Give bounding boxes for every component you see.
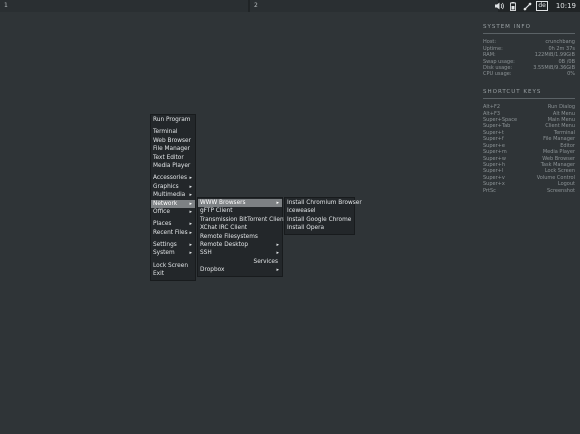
info-row: PrtSc Screenshot — [483, 188, 575, 194]
shortcut-keys-heading: SHORTCUT KEYS — [483, 88, 542, 95]
menu-item-label: Install Chromium Browser — [287, 200, 362, 206]
menu-item-label: Office — [153, 208, 170, 215]
submenu-arrow-icon: ▸ — [189, 200, 192, 207]
menu-item-settings[interactable]: Settings ▸ — [151, 241, 195, 249]
shortcut-keys-list: Alt+F2 Run Dialog Alt+F3 Alt Menu Super+Spac… — [483, 104, 575, 194]
menu-item-exit[interactable]: Exit — [151, 270, 195, 278]
menu-item-lock-screen[interactable]: Lock Screen — [151, 262, 195, 270]
menu-item-label: Lock Screen — [153, 262, 188, 269]
menu-item-label: File Manager — [153, 146, 190, 153]
submenu-arrow-icon: ▸ — [276, 250, 279, 257]
menu-item-graphics[interactable]: Graphics ▸ — [151, 183, 195, 191]
system-tray: de 10:19 — [491, 0, 580, 12]
menu-item-label: Terminal — [153, 129, 178, 136]
menu-item-label: Services — [253, 258, 278, 265]
menu-item-label: Graphics — [153, 183, 179, 190]
menu-item-label: Text Editor — [153, 154, 184, 161]
menu-item-label: Settings — [153, 242, 177, 249]
menu-item-install-opera[interactable]: Install Opera — [285, 224, 354, 232]
menu-item-label: XChat IRC Client — [200, 225, 248, 232]
network-icon[interactable] — [521, 0, 533, 12]
menu-item-ssh[interactable]: SSH ▸ — [198, 249, 282, 257]
submenu-arrow-icon: ▸ — [276, 241, 279, 248]
menu-item-label: Install Opera — [287, 225, 325, 232]
menu-item-install-google-chrome[interactable]: Install Google Chrome — [285, 216, 354, 224]
menu-item-recent-files[interactable]: Recent Files ▸ — [151, 229, 195, 237]
menu-item-label: Places — [153, 221, 172, 228]
workspace-1-button[interactable]: 1 — [0, 0, 248, 12]
menu-item-web-browser[interactable]: Web Browser — [151, 137, 195, 145]
submenu-arrow-icon: ▸ — [189, 183, 192, 190]
menu-item-accessories[interactable]: Accessories ▸ — [151, 174, 195, 182]
menu-item-gftp-client[interactable]: gFTP Client — [198, 207, 282, 215]
info-value: Screenshot — [547, 187, 575, 194]
divider — [483, 33, 575, 35]
menu-item-label: Transmission BitTorrent Client — [200, 216, 286, 223]
menu-item-label: SSH — [200, 250, 212, 257]
submenu-arrow-icon: ▸ — [276, 267, 279, 274]
menu-item-remote-filesystems[interactable]: Remote Filesystems — [198, 233, 282, 241]
submenu-arrow-icon: ▸ — [189, 221, 192, 228]
menu-item-transmission-bittorrent-client[interactable]: Transmission BitTorrent Client — [198, 216, 286, 224]
menu-item-www-browsers[interactable]: WWW Browsers ▸ — [198, 199, 282, 208]
submenu-arrow-icon: ▸ — [189, 242, 192, 249]
submenu-arrow-icon: ▸ — [189, 175, 192, 182]
submenu-arrow-icon: ▸ — [189, 208, 192, 215]
menu-item-media-player[interactable]: Media Player — [151, 162, 195, 170]
submenu-arrow-icon: ▸ — [276, 200, 279, 206]
menu-item-label: Multimedia — [153, 192, 186, 199]
menu-item-run-program[interactable]: Run Program — [151, 116, 195, 124]
submenu-arrow-icon: ▸ — [189, 250, 192, 257]
top-panel: 1 2 de 10:19 — [0, 0, 580, 12]
menu-item-office[interactable]: Office ▸ — [151, 208, 195, 216]
menu-item-label: gFTP Client — [200, 208, 233, 215]
menu-item-label: Network — [153, 200, 178, 207]
conky-system-monitor: SYSTEM INFO Host: crunchbang Uptime: 0h 2m … — [483, 24, 575, 194]
keyboard-layout-indicator[interactable]: de — [536, 1, 548, 11]
menu-item-remote-desktop[interactable]: Remote Desktop ▸ — [198, 241, 282, 249]
menu-item-text-editor[interactable]: Text Editor — [151, 154, 195, 162]
menu-item-multimedia[interactable]: Multimedia ▸ — [151, 191, 195, 199]
menu-item-label: System — [153, 250, 175, 257]
menu-item-install-chromium-browser[interactable]: Install Chromium Browser — [285, 199, 362, 207]
battery-icon[interactable] — [507, 0, 519, 12]
menu-item-label: Run Program — [153, 117, 191, 123]
network-submenu: WWW Browsers ▸ gFTP Client Transmission Bit… — [197, 197, 286, 277]
system-info-heading: SYSTEM INFO — [483, 24, 531, 30]
workspace-2-button[interactable]: 2 — [250, 0, 498, 12]
submenu-arrow-icon: ▸ — [189, 192, 192, 199]
divider — [483, 98, 575, 100]
menu-item-terminal[interactable]: Terminal — [151, 128, 195, 136]
info-label: PrtSc — [483, 187, 496, 194]
menu-item-label: Remote Filesystems — [200, 233, 258, 240]
info-label: CPU usage: — [483, 71, 512, 78]
main-menu: Run Program Terminal Web Browser File Manag… — [150, 114, 196, 281]
menu-item-label: Dropbox — [200, 267, 225, 274]
menu-item-label: Web Browser — [153, 137, 191, 144]
clock: 10:19 — [555, 2, 576, 10]
menu-item-label: Recent Files — [153, 229, 188, 236]
menu-item-label: WWW Browsers — [200, 200, 246, 206]
info-value: 0% — [567, 71, 575, 78]
menu-item-label: Remote Desktop — [200, 241, 249, 248]
menu-item-places[interactable]: Places ▸ — [151, 220, 195, 228]
menu-item-label: Iceweasel — [287, 208, 316, 215]
menu-item-label: Accessories — [153, 175, 187, 182]
menu-item-file-manager[interactable]: File Manager — [151, 145, 195, 153]
menu-item-iceweasel[interactable]: Iceweasel — [285, 207, 354, 215]
volume-icon[interactable] — [493, 0, 505, 12]
submenu-arrow-icon: ▸ — [189, 229, 192, 236]
menu-item-label: Media Player — [153, 162, 191, 169]
menu-item-dropbox[interactable]: Dropbox ▸ — [198, 266, 282, 274]
menu-item-services[interactable]: Services — [198, 258, 282, 266]
menu-item-label: Install Google Chrome — [287, 216, 352, 223]
system-info-list: Host: crunchbang Uptime: 0h 2m 37s RAM: 122Mi… — [483, 39, 575, 77]
menu-item-xchat-irc-client[interactable]: XChat IRC Client — [198, 224, 282, 232]
www-browsers-submenu: Install Chromium Browser Iceweasel Install… — [284, 197, 362, 235]
menu-item-system[interactable]: System ▸ — [151, 249, 195, 257]
menu-item-label: Exit — [153, 271, 164, 278]
menu-item-network[interactable]: Network ▸ — [151, 199, 195, 208]
